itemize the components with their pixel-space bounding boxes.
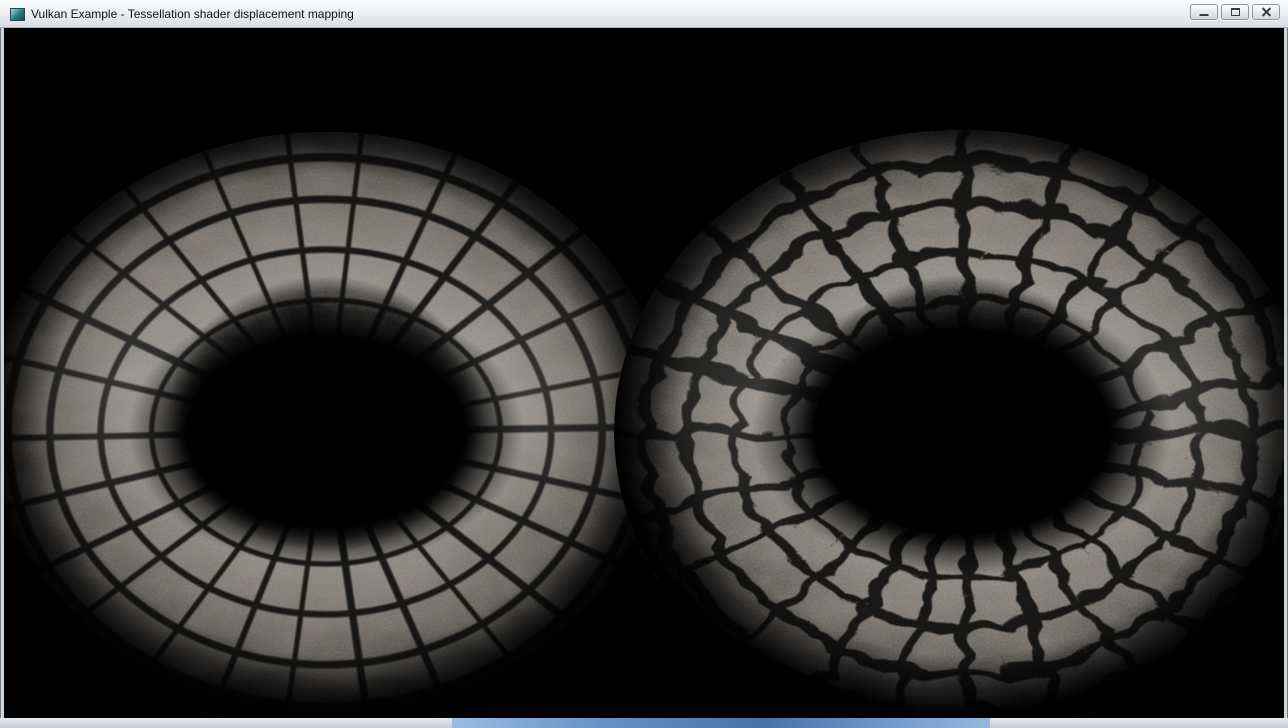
close-button[interactable] bbox=[1252, 4, 1280, 20]
close-icon bbox=[1261, 7, 1272, 17]
window-controls bbox=[1190, 4, 1280, 20]
render-canvas bbox=[4, 28, 1284, 718]
window-bottom-border bbox=[0, 718, 1288, 728]
minimize-icon bbox=[1200, 14, 1209, 16]
maximize-button[interactable] bbox=[1221, 4, 1249, 20]
app-icon-image bbox=[10, 8, 25, 21]
maximize-icon bbox=[1231, 8, 1240, 16]
title-bar[interactable]: Vulkan Example - Tessellation shader dis… bbox=[0, 0, 1288, 28]
taskbar-glimpse bbox=[452, 718, 990, 728]
app-window: Vulkan Example - Tessellation shader dis… bbox=[0, 0, 1288, 728]
window-title: Vulkan Example - Tessellation shader dis… bbox=[31, 7, 354, 21]
render-viewport[interactable] bbox=[4, 28, 1284, 718]
minimize-button[interactable] bbox=[1190, 4, 1218, 20]
app-icon[interactable] bbox=[9, 7, 25, 23]
